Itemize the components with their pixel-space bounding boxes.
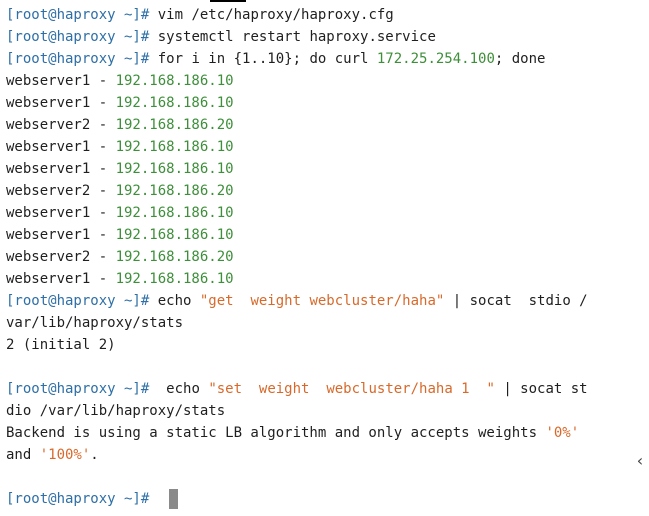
command-string: "get weight webcluster/haha" [199,293,445,309]
command-text: for i in {1..10}; do curl [149,51,377,67]
command-text: | socat st [494,381,588,397]
output-text: 2 (initial 2) [6,337,116,353]
output-text: Backend is using a static LB algorithm a… [6,425,546,441]
command-text: ; done [494,51,546,67]
curl-output-line: webserver2 - 192.168.186.20 [6,114,234,136]
command-string: "set weight webcluster/haha 1 " [208,381,495,397]
command-line-vim: [root@haproxy ~]# vim /etc/haproxy/hapro… [6,4,394,26]
output-quoted-value: '100%' [39,447,91,463]
curl-output-line: webserver2 - 192.168.186.20 [6,246,234,268]
weight-output-line: 2 (initial 2) [6,334,116,356]
shell-prompt: [root@haproxy ~]# [6,7,150,23]
chevron-left-icon[interactable]: ‹ [631,450,649,472]
top-edge-mark [210,0,246,2]
output-host: webserver1 - [6,161,116,177]
command-text: var/lib/haproxy/stats [6,315,184,331]
command-text: vim /etc/haproxy/haproxy.cfg [149,7,394,23]
shell-prompt: [root@haproxy ~]# [6,491,150,507]
curl-output-line: webserver1 - 192.168.186.10 [6,136,234,158]
output-ip: 192.168.186.10 [115,271,234,287]
output-host: webserver1 - [6,95,116,111]
output-host: webserver2 - [6,249,116,265]
curl-output-line: webserver2 - 192.168.186.20 [6,180,234,202]
active-prompt-line[interactable]: [root@haproxy ~]# [6,488,158,510]
output-host: webserver2 - [6,117,116,133]
curl-target-ip: 172.25.254.100 [376,51,495,67]
output-text: and [6,447,40,463]
command-line-get-weight: [root@haproxy ~]# echo "get weight webcl… [6,290,588,312]
output-host: webserver2 - [6,183,116,199]
command-line-systemctl: [root@haproxy ~]# systemctl restart hapr… [6,26,436,48]
shell-prompt: [root@haproxy ~]# [6,51,150,67]
curl-output-line: webserver1 - 192.168.186.10 [6,92,234,114]
output-host: webserver1 - [6,271,116,287]
command-line-curl-loop: [root@haproxy ~]# for i in {1..10}; do c… [6,48,545,70]
output-quoted-value: '0%' [545,425,580,441]
output-ip: 192.168.186.10 [115,161,234,177]
curl-output-line: webserver1 - 192.168.186.10 [6,158,234,180]
output-ip: 192.168.186.10 [115,139,234,155]
command-wrap-line: var/lib/haproxy/stats [6,312,183,334]
curl-output-line: webserver1 - 192.168.186.10 [6,224,234,246]
output-text: . [90,447,99,463]
curl-output-line: webserver1 - 192.168.186.10 [6,268,234,290]
error-output-line: Backend is using a static LB algorithm a… [6,422,579,444]
output-ip: 192.168.186.10 [115,95,234,111]
command-text: echo [149,293,200,309]
shell-prompt: [root@haproxy ~]# [6,293,150,309]
output-ip: 192.168.186.10 [115,73,234,89]
curl-output-line: webserver1 - 192.168.186.10 [6,202,234,224]
error-output-line: and '100%'. [6,444,99,466]
output-host: webserver1 - [6,205,116,221]
output-ip: 192.168.186.20 [115,183,234,199]
output-host: webserver1 - [6,227,116,243]
command-text: systemctl restart haproxy.service [149,29,436,45]
output-ip: 192.168.186.10 [115,205,234,221]
command-wrap-line: dio /var/lib/haproxy/stats [6,400,225,422]
command-text: echo [149,381,209,397]
terminal-window[interactable]: [root@haproxy ~]# vim /etc/haproxy/hapro… [0,0,649,516]
command-text: dio /var/lib/haproxy/stats [6,403,226,419]
output-ip: 192.168.186.20 [115,117,234,133]
command-text: | socat stdio / [444,293,588,309]
output-host: webserver1 - [6,73,116,89]
text-cursor [169,489,178,509]
shell-prompt: [root@haproxy ~]# [6,381,150,397]
output-ip: 192.168.186.20 [115,249,234,265]
output-ip: 192.168.186.10 [115,227,234,243]
output-host: webserver1 - [6,139,116,155]
command-line-set-weight: [root@haproxy ~]# echo "set weight webcl… [6,378,588,400]
shell-prompt: [root@haproxy ~]# [6,29,150,45]
curl-output-line: webserver1 - 192.168.186.10 [6,70,234,92]
